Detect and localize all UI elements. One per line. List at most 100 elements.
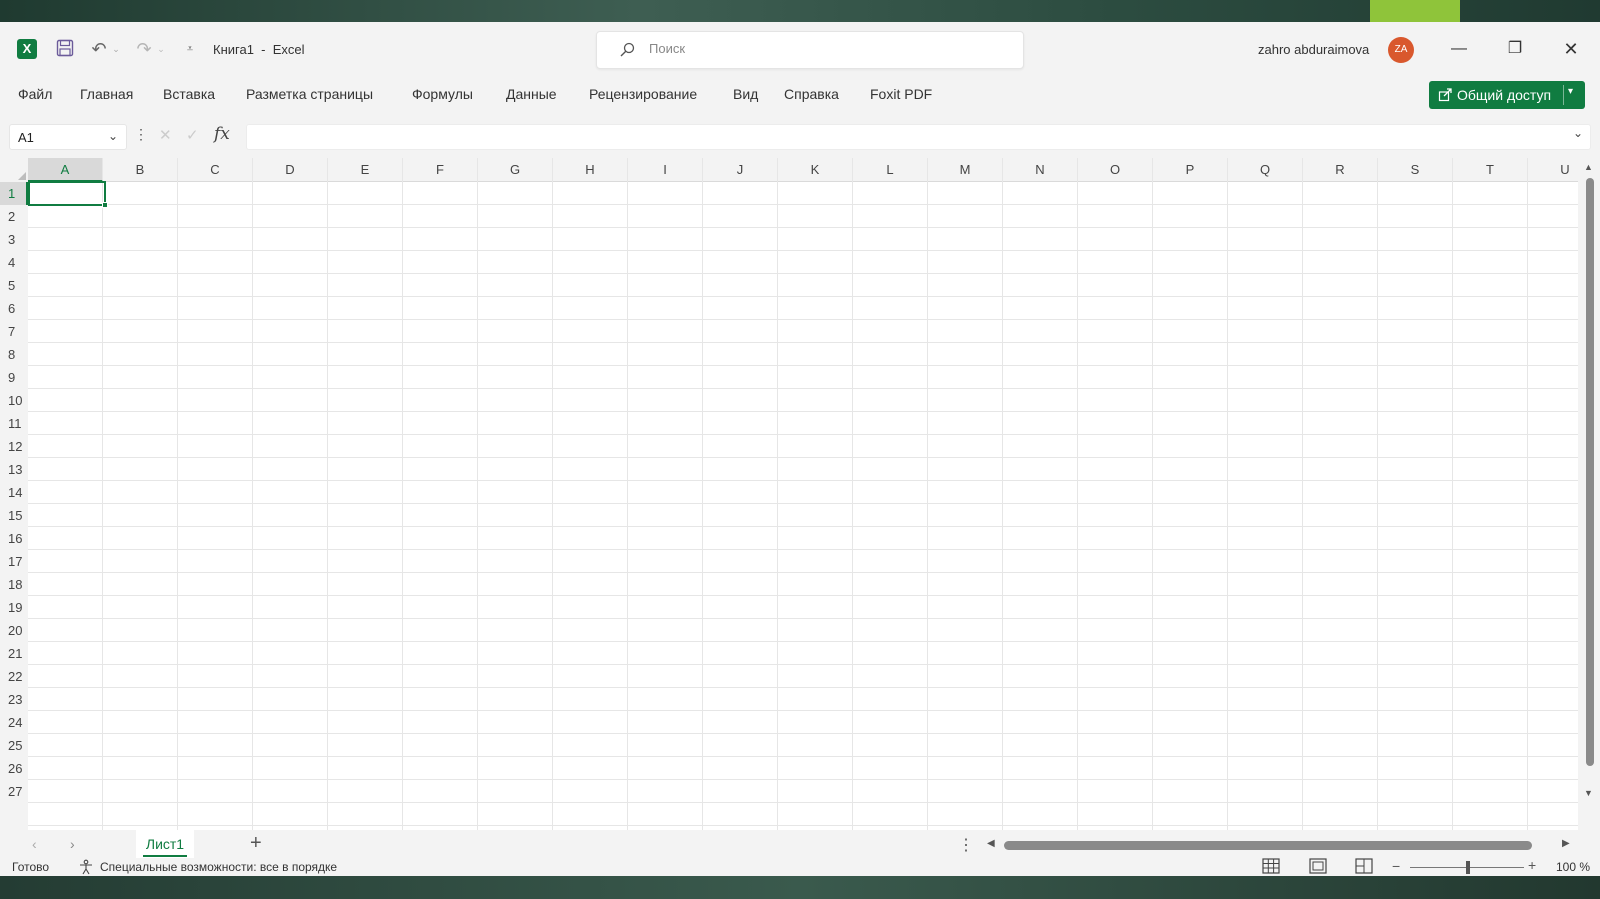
column-header[interactable]: G (478, 158, 553, 182)
column-header[interactable]: J (703, 158, 778, 182)
column-header[interactable]: H (553, 158, 628, 182)
column-header[interactable]: E (328, 158, 403, 182)
scroll-left-icon[interactable]: ◀ (987, 838, 995, 849)
column-header[interactable]: R (1303, 158, 1378, 182)
maximize-icon[interactable]: ❐ (1492, 31, 1538, 67)
save-icon[interactable] (52, 36, 78, 62)
normal-view-icon[interactable] (1261, 857, 1281, 875)
row-header[interactable]: 24 (0, 711, 28, 734)
column-header[interactable]: T (1453, 158, 1528, 182)
accessibility-icon[interactable] (78, 859, 94, 875)
tab-insert[interactable]: Вставка (163, 86, 215, 102)
next-sheet-icon[interactable]: › (70, 836, 75, 852)
row-header[interactable]: 11 (0, 412, 28, 435)
row-header[interactable]: 20 (0, 619, 28, 642)
row-header[interactable]: 12 (0, 435, 28, 458)
scroll-up-icon[interactable]: ▲ (1584, 162, 1593, 172)
undo-icon[interactable]: ↶ (86, 36, 112, 62)
row-header[interactable]: 15 (0, 504, 28, 527)
tab-file[interactable]: Файл (18, 86, 52, 102)
plus-icon[interactable]: + (250, 832, 262, 855)
tab-view[interactable]: Вид (733, 86, 758, 102)
chevron-down-icon[interactable]: ⌄ (108, 129, 118, 143)
column-header[interactable]: F (403, 158, 478, 182)
column-header[interactable]: C (178, 158, 253, 182)
row-header[interactable]: 26 (0, 757, 28, 780)
column-header[interactable]: O (1078, 158, 1153, 182)
row-header[interactable]: 14 (0, 481, 28, 504)
column-header[interactable]: S (1378, 158, 1453, 182)
tab-home[interactable]: Главная (80, 86, 133, 102)
previous-sheet-icon[interactable]: ‹ (32, 836, 37, 852)
column-header[interactable]: P (1153, 158, 1228, 182)
tab-page-layout[interactable]: Разметка страницы (246, 86, 373, 102)
more-options-icon[interactable]: ⋮ (958, 835, 974, 855)
row-header[interactable]: 2 (0, 205, 28, 228)
formula-input[interactable] (246, 124, 1591, 150)
vertical-scrollbar[interactable]: ▲ ▼ (1578, 158, 1600, 830)
tab-foxit-pdf[interactable]: Foxit PDF (870, 86, 932, 102)
page-break-icon[interactable] (1354, 857, 1374, 875)
more-options-icon[interactable]: ⋮ (134, 126, 148, 143)
column-header[interactable]: I (628, 158, 703, 182)
share-button[interactable]: Общий доступ ▾ (1429, 81, 1585, 109)
zoom-in-icon[interactable]: + (1528, 857, 1536, 873)
row-header[interactable]: 1 (0, 182, 28, 205)
row-header[interactable]: 5 (0, 274, 28, 297)
vertical-scroll-thumb[interactable] (1586, 178, 1594, 766)
zoom-slider-thumb[interactable] (1466, 861, 1470, 874)
minimize-icon[interactable]: — (1436, 31, 1482, 67)
expand-formula-bar-icon[interactable]: ⌄ (1573, 126, 1583, 140)
redo-dropdown-icon[interactable]: ⌄ (155, 36, 167, 62)
row-header[interactable]: 8 (0, 343, 28, 366)
column-header[interactable]: D (253, 158, 328, 182)
column-header[interactable]: A (28, 158, 103, 182)
column-header[interactable]: K (778, 158, 853, 182)
name-box[interactable]: A1 ⌄ (9, 124, 127, 150)
fill-handle[interactable] (102, 202, 108, 208)
tab-help[interactable]: Справка (784, 86, 839, 102)
avatar[interactable]: ZA (1388, 37, 1414, 63)
column-header[interactable]: M (928, 158, 1003, 182)
column-header[interactable]: Q (1228, 158, 1303, 182)
chevron-down-icon[interactable]: ▾ (1568, 86, 1573, 97)
row-header[interactable]: 21 (0, 642, 28, 665)
row-header[interactable]: 17 (0, 550, 28, 573)
column-header[interactable]: L (853, 158, 928, 182)
search-input[interactable] (649, 41, 989, 56)
close-icon[interactable]: ✕ (1548, 31, 1594, 67)
row-header[interactable]: 9 (0, 366, 28, 389)
accessibility-status[interactable]: Специальные возможности: все в порядке (100, 860, 337, 874)
row-header[interactable]: 19 (0, 596, 28, 619)
tab-formulas[interactable]: Формулы (412, 86, 473, 102)
page-layout-icon[interactable] (1308, 857, 1328, 875)
cells-area[interactable] (28, 182, 1578, 830)
active-cell[interactable] (28, 181, 106, 206)
scroll-down-icon[interactable]: ▼ (1584, 788, 1593, 798)
zoom-level[interactable]: 100 % (1556, 860, 1590, 874)
fx-icon[interactable]: fx (214, 124, 230, 144)
tab-review[interactable]: Рецензирование (589, 86, 697, 102)
select-all-button[interactable] (0, 158, 28, 182)
row-header[interactable]: 7 (0, 320, 28, 343)
tab-data[interactable]: Данные (506, 86, 557, 102)
row-header[interactable]: 6 (0, 297, 28, 320)
zoom-out-icon[interactable]: − (1392, 858, 1400, 874)
undo-dropdown-icon[interactable]: ⌄ (110, 36, 122, 62)
horizontal-scroll-thumb[interactable] (1004, 841, 1532, 850)
sheet-tab[interactable]: Лист1 (136, 830, 194, 858)
row-header[interactable]: 13 (0, 458, 28, 481)
redo-icon[interactable]: ↷ (131, 36, 157, 62)
row-header[interactable]: 16 (0, 527, 28, 550)
scroll-right-icon[interactable]: ▶ (1562, 838, 1570, 849)
column-header[interactable]: B (103, 158, 178, 182)
row-header[interactable]: 22 (0, 665, 28, 688)
row-header[interactable]: 23 (0, 688, 28, 711)
column-header[interactable]: N (1003, 158, 1078, 182)
row-header[interactable]: 18 (0, 573, 28, 596)
row-header[interactable]: 4 (0, 251, 28, 274)
row-header[interactable]: 27 (0, 780, 28, 803)
row-header[interactable]: 10 (0, 389, 28, 412)
row-header[interactable]: 25 (0, 734, 28, 757)
row-header[interactable]: 3 (0, 228, 28, 251)
